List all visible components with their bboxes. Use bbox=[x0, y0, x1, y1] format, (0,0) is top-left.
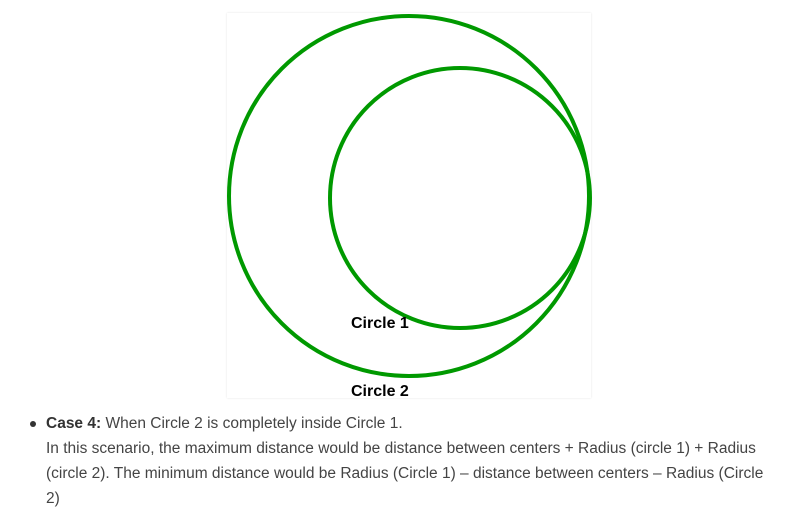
circle-1-label: Circle 1 bbox=[351, 315, 409, 332]
outer-circle bbox=[227, 14, 591, 378]
circles-diagram: Circle 1 Circle 2 bbox=[227, 14, 592, 400]
case-description: When Circle 2 is completely inside Circl… bbox=[105, 415, 403, 432]
diagram-figure: Circle 1 Circle 2 bbox=[227, 13, 592, 400]
inner-circle bbox=[328, 66, 592, 330]
circle-2-label: Circle 2 bbox=[351, 383, 409, 400]
case-heading: Case 4: bbox=[46, 415, 102, 432]
case-explanation: Case 4: When Circle 2 is completely insi… bbox=[30, 411, 770, 511]
case-body-text: In this scenario, the maximum distance w… bbox=[46, 440, 764, 507]
list-item: Case 4: When Circle 2 is completely insi… bbox=[30, 411, 770, 511]
bullet-icon bbox=[30, 421, 36, 427]
